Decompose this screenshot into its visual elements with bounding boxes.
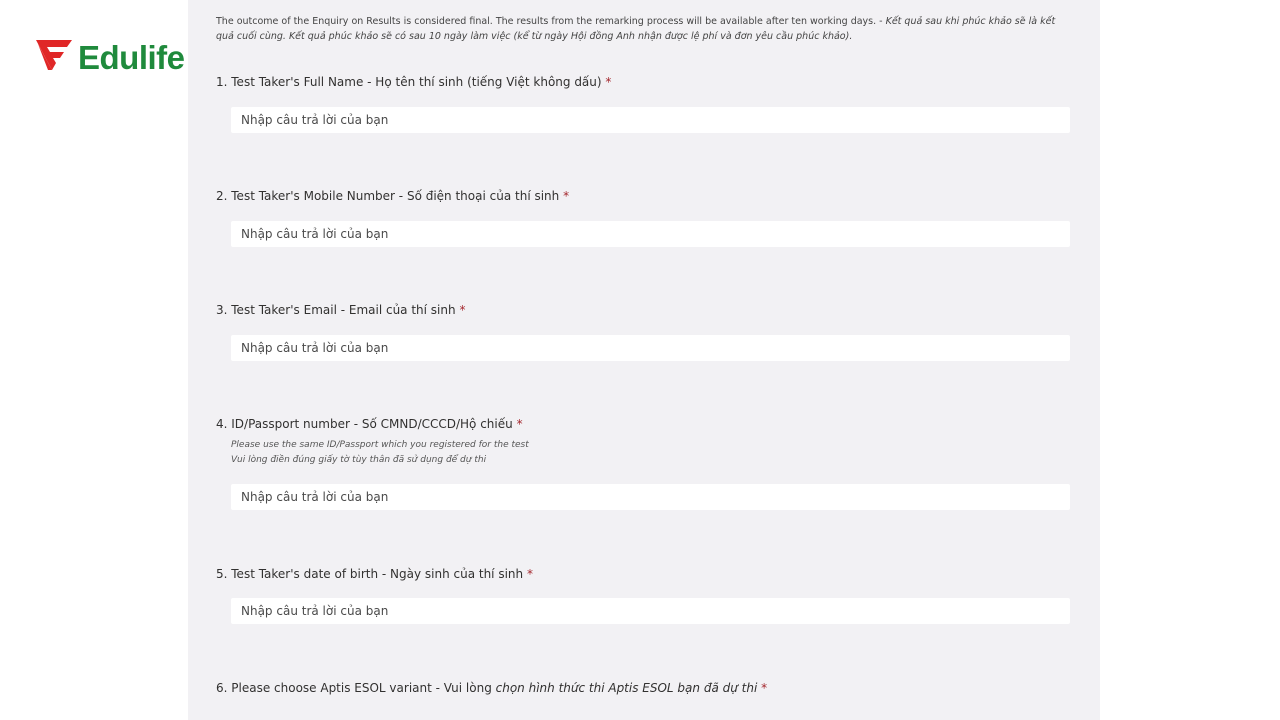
required-mark: * <box>516 417 523 431</box>
required-mark: * <box>459 303 466 317</box>
required-mark: * <box>605 75 612 89</box>
question-2-answer-input[interactable] <box>231 221 1070 247</box>
edulife-logo-icon <box>36 40 74 76</box>
question-4-answer-input[interactable] <box>231 484 1070 510</box>
edulife-logo: Edulife <box>36 38 185 78</box>
required-mark: * <box>761 681 768 695</box>
question-4-hint-vietnamese: Vui lòng điền đúng giấy tờ tùy thân đã s… <box>231 455 487 465</box>
question-3-title: 3. Test Taker's Email - Email của thí si… <box>216 303 466 317</box>
form-intro: The outcome of the Enquiry on Results is… <box>216 15 1076 44</box>
question-5-title: 5. Test Taker's date of birth - Ngày sin… <box>216 567 533 581</box>
form-body: The outcome of the Enquiry on Results is… <box>188 0 1100 720</box>
question-2-title: 2. Test Taker's Mobile Number - Số điện … <box>216 189 570 203</box>
question-1-title: 1. Test Taker's Full Name - Họ tên thí s… <box>216 75 612 89</box>
required-mark: * <box>563 189 570 203</box>
question-1-answer-input[interactable] <box>231 107 1070 133</box>
question-6-title: 6. Please choose Aptis ESOL variant - Vu… <box>216 681 768 695</box>
question-3-answer-input[interactable] <box>231 335 1070 361</box>
required-mark: * <box>526 567 533 581</box>
form-intro-english: The outcome of the Enquiry on Results is… <box>216 16 886 27</box>
question-5-answer-input[interactable] <box>231 598 1070 624</box>
edulife-logo-text: Edulife <box>78 39 185 76</box>
question-4-hint-english: Please use the same ID/Passport which yo… <box>231 440 529 450</box>
question-4-title: 4. ID/Passport number - Số CMND/CCCD/Hộ … <box>216 417 523 431</box>
